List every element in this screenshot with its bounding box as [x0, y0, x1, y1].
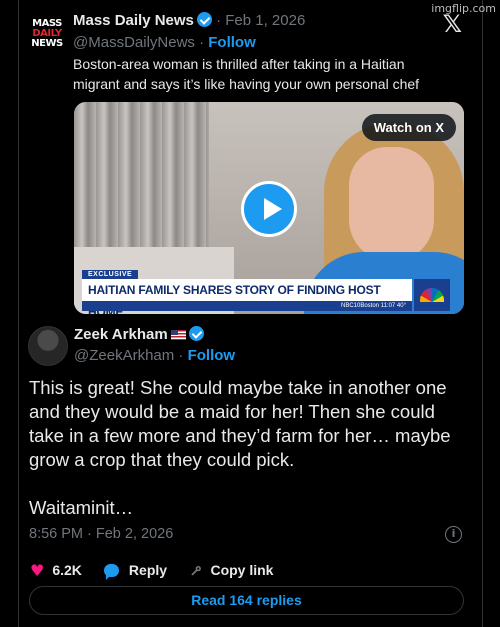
- verified-badge-icon: [196, 12, 212, 27]
- action-bar: ♥ 6.2K Reply ⊸ Copy link: [30, 559, 295, 582]
- nbc-logo-icon: [414, 279, 450, 311]
- watch-on-x-button[interactable]: Watch on X: [361, 114, 456, 141]
- peacock-icon: [420, 288, 444, 302]
- info-icon[interactable]: i: [445, 526, 462, 543]
- quoted-post-date: · Feb 1, 2026: [216, 12, 306, 29]
- avatar-line-3: NEWS: [31, 38, 63, 49]
- author-handle[interactable]: @ZeekArkham: [74, 347, 174, 364]
- like-button[interactable]: ♥ 6.2K: [30, 561, 82, 580]
- post-timestamp[interactable]: 8:56 PM · Feb 2, 2026: [29, 526, 173, 542]
- avatar[interactable]: [28, 326, 68, 366]
- author-name[interactable]: Zeek Arkham: [74, 326, 168, 343]
- quoted-author-handle[interactable]: @MassDailyNews: [73, 34, 195, 51]
- video-thumbnail[interactable]: Watch on X EXCLUSIVE HAITIAN FAMILY SHAR…: [74, 102, 464, 314]
- reply-button[interactable]: Reply: [103, 562, 168, 580]
- link-icon: ⊸: [184, 558, 208, 582]
- quoted-post-handle-row: @MassDailyNews · Follow: [73, 34, 256, 51]
- quoted-post-header: Mass Daily News · Feb 1, 2026: [73, 12, 305, 29]
- author-handle-row: @ZeekArkham · Follow: [74, 347, 236, 364]
- follow-button[interactable]: Follow: [188, 347, 236, 364]
- watermark: imgflip.com: [431, 2, 496, 15]
- heart-icon: ♥: [30, 560, 45, 580]
- post-paragraph: Waitaminit…: [29, 497, 134, 518]
- news-banner-tag: EXCLUSIVE: [82, 270, 139, 279]
- news-banner-headline: HAITIAN FAMILY SHARES STORY OF FINDING H…: [82, 279, 412, 314]
- us-flag-icon: [170, 330, 186, 340]
- follow-quoted-button[interactable]: Follow: [208, 34, 256, 51]
- verified-badge-icon: [188, 326, 204, 341]
- news-ticker: NBC10Boston 11:07 40°: [82, 301, 412, 311]
- quoted-post-text: Boston-area woman is thrilled after taki…: [73, 56, 420, 92]
- post-text: This is great! She could maybe take in a…: [29, 376, 469, 520]
- read-replies-button[interactable]: Read 164 replies: [29, 586, 464, 615]
- reply-label: Reply: [128, 562, 168, 578]
- play-icon[interactable]: [241, 181, 297, 237]
- like-count: 6.2K: [52, 562, 82, 578]
- copy-link-button[interactable]: ⊸ Copy link: [184, 559, 274, 582]
- reply-bubble-icon: [103, 563, 119, 580]
- author-name-row: Zeek Arkham: [74, 326, 204, 343]
- x-logo-icon[interactable]: 𝕏: [443, 10, 462, 38]
- post-paragraph: This is great! She could maybe take in a…: [29, 377, 451, 470]
- copy-link-label: Copy link: [210, 562, 274, 578]
- quoted-author-name[interactable]: Mass Daily News: [73, 12, 194, 29]
- mass-daily-news-avatar[interactable]: MASS DAILY NEWS: [31, 14, 63, 54]
- woman-face: [349, 147, 434, 262]
